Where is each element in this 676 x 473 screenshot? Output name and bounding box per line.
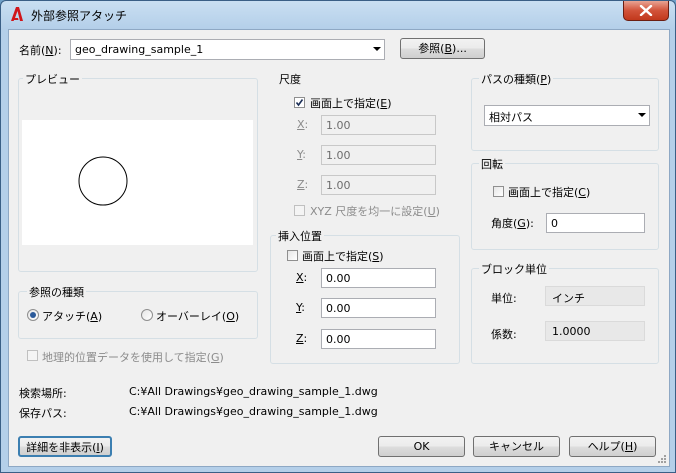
insertion-z-label: Z: bbox=[296, 332, 308, 345]
dialog-window: 外部参照アタッチ 名前(N): geo_drawing_sample_1 参照(… bbox=[0, 0, 676, 473]
insertion-z-input[interactable]: 0.00 bbox=[321, 329, 436, 349]
attach-radio[interactable] bbox=[27, 309, 39, 321]
radio-selected-dot bbox=[30, 312, 36, 318]
autocad-logo-icon bbox=[11, 7, 23, 21]
resize-grip-icon[interactable] bbox=[657, 454, 667, 464]
overlay-radio[interactable] bbox=[141, 309, 153, 321]
found-in-label: 検索場所: bbox=[19, 387, 67, 400]
insertion-point-title: 挿入位置 bbox=[276, 228, 324, 244]
close-button[interactable] bbox=[623, 1, 669, 21]
scale-z-label: Z: bbox=[297, 178, 309, 191]
path-type-title: パスの種類(P) bbox=[479, 71, 554, 87]
uniform-scale-label: XYZ 尺度を均一に設定(U) bbox=[310, 205, 440, 218]
preview-circle-drawing bbox=[78, 156, 128, 206]
preview-title: プレビュー bbox=[23, 71, 82, 87]
rotation-title: 回転 bbox=[479, 156, 505, 172]
insertion-x-label: X: bbox=[296, 271, 308, 284]
reference-type-title: 参照の種類 bbox=[27, 284, 86, 300]
scale-y-label: Y: bbox=[297, 148, 306, 161]
help-button[interactable]: ヘルプ(H) bbox=[569, 436, 656, 457]
close-icon bbox=[639, 5, 653, 16]
dialog-client-area: 名前(N): geo_drawing_sample_1 参照(B)... プレビ… bbox=[8, 29, 670, 467]
angle-input[interactable]: 0 bbox=[546, 213, 645, 233]
unit-label: 単位: bbox=[491, 292, 517, 305]
name-label: 名前(N): bbox=[19, 44, 62, 57]
scale-x-label: X: bbox=[297, 118, 309, 131]
scale-x-input[interactable]: 1.00 bbox=[321, 115, 436, 135]
window-title: 外部参照アタッチ bbox=[31, 9, 128, 23]
scale-y-input[interactable]: 1.00 bbox=[321, 145, 436, 165]
block-unit-group bbox=[471, 268, 659, 364]
scale-specify-label: 画面上で指定(E) bbox=[310, 97, 392, 110]
saved-path-label: 保存パス: bbox=[19, 407, 67, 420]
checkmark-icon bbox=[295, 99, 304, 107]
geo-location-checkbox[interactable] bbox=[27, 350, 38, 361]
scale-z-input[interactable]: 1.00 bbox=[321, 175, 436, 195]
factor-label: 係数: bbox=[491, 328, 517, 341]
title-bar: 外部参照アタッチ bbox=[1, 1, 675, 29]
insertion-specify-checkbox[interactable] bbox=[287, 250, 298, 261]
chevron-down-icon bbox=[638, 113, 646, 117]
chevron-down-icon bbox=[373, 47, 381, 51]
overlay-label: オーバーレイ(O) bbox=[156, 310, 240, 323]
angle-label: 角度(G): bbox=[491, 217, 534, 230]
geo-location-label: 地理的位置データを使用して指定(G) bbox=[42, 351, 224, 364]
cancel-button[interactable]: キャンセル bbox=[473, 436, 560, 457]
rotation-group bbox=[471, 163, 659, 250]
ok-button[interactable]: OK bbox=[378, 436, 465, 457]
name-dropdown[interactable]: geo_drawing_sample_1 bbox=[70, 39, 385, 60]
hide-details-button[interactable]: 詳細を非表示(I) bbox=[18, 436, 112, 457]
insertion-y-input[interactable]: 0.00 bbox=[321, 298, 436, 318]
attach-label: アタッチ(A) bbox=[42, 310, 103, 323]
insertion-specify-label: 画面上で指定(S) bbox=[302, 250, 384, 263]
uniform-scale-checkbox[interactable] bbox=[294, 205, 305, 216]
path-type-dropdown[interactable]: 相対パス bbox=[484, 105, 650, 126]
unit-value: インチ bbox=[545, 286, 645, 306]
preview-canvas bbox=[22, 120, 253, 245]
block-unit-title: ブロック単位 bbox=[479, 261, 549, 277]
insertion-x-input[interactable]: 0.00 bbox=[321, 268, 436, 288]
scale-title: 尺度 bbox=[279, 73, 301, 86]
insertion-y-label: Y: bbox=[296, 301, 305, 314]
rotation-specify-checkbox[interactable] bbox=[493, 186, 504, 197]
saved-path-value: C:¥All Drawings¥geo_drawing_sample_1.dwg bbox=[129, 405, 378, 418]
factor-value: 1.0000 bbox=[545, 321, 645, 341]
scale-specify-checkbox[interactable] bbox=[294, 97, 305, 108]
browse-button[interactable]: 参照(B)... bbox=[400, 38, 485, 59]
path-type-value: 相対パス bbox=[489, 111, 533, 124]
found-in-value: C:¥All Drawings¥geo_drawing_sample_1.dwg bbox=[129, 385, 378, 398]
name-value: geo_drawing_sample_1 bbox=[75, 43, 204, 56]
rotation-specify-label: 画面上で指定(C) bbox=[508, 186, 591, 199]
